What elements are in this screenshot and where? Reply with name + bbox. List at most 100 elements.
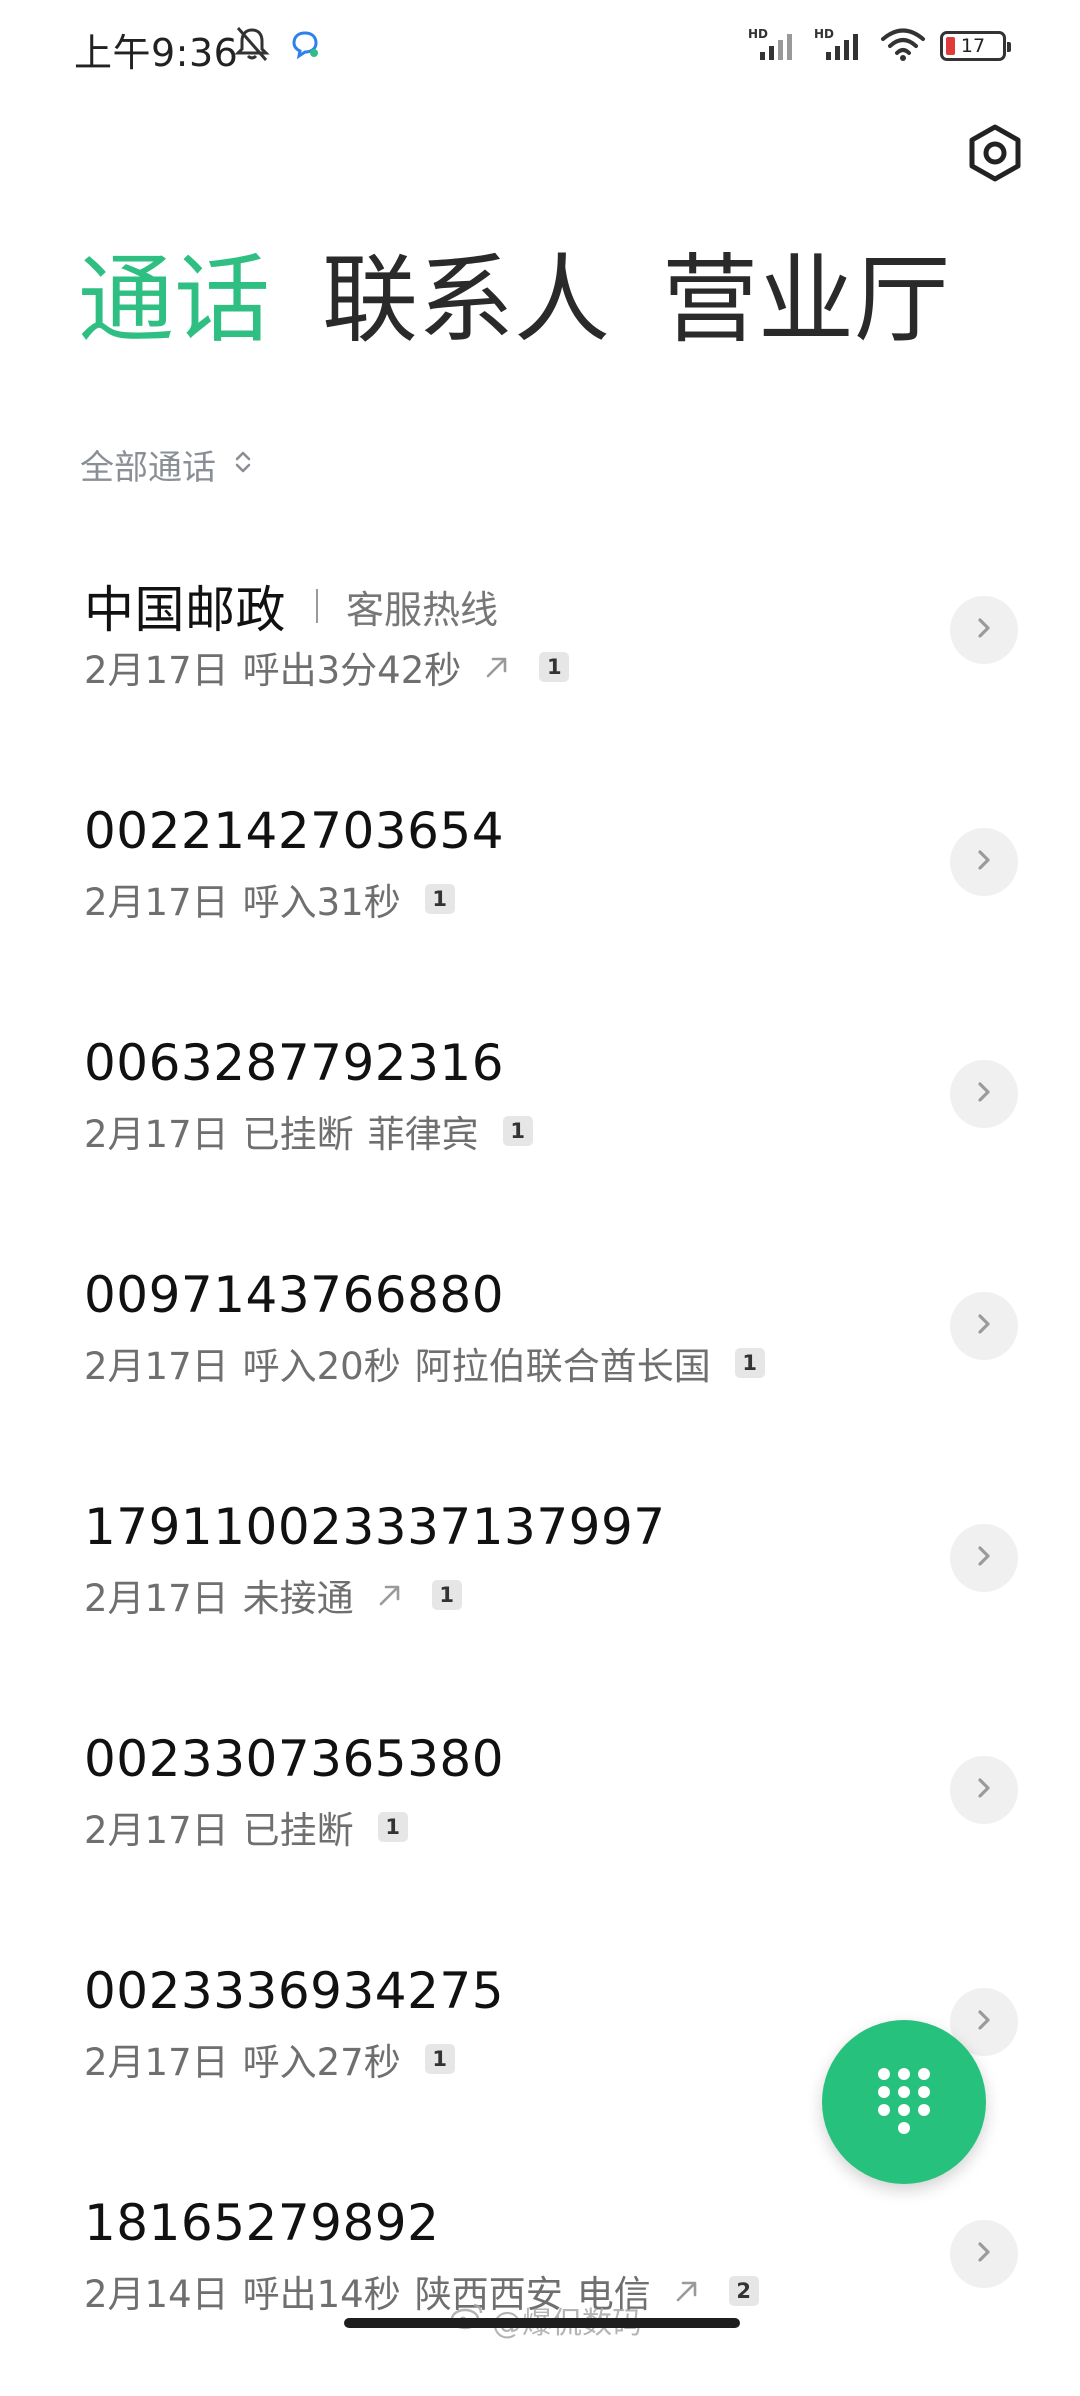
- wifi-icon: [880, 26, 926, 66]
- status-right-icons: HD HD 17: [748, 26, 1011, 66]
- tab-calls[interactable]: 通话: [78, 252, 270, 348]
- call-detail-text: 呼入31秒: [242, 881, 401, 924]
- call-detail-button[interactable]: [950, 1756, 1018, 1824]
- call-details: 2月17日 已挂断 菲律宾 1: [84, 1104, 533, 1158]
- caller-name: 中国邮政: [84, 581, 286, 639]
- settings-button[interactable]: [962, 122, 1028, 188]
- signal-badge-text: HD: [814, 27, 834, 41]
- call-details: 2月17日 呼入27秒 1: [84, 2032, 455, 2086]
- chevron-right-icon: [972, 1776, 996, 1804]
- call-detail-button[interactable]: [950, 596, 1018, 664]
- call-log-item[interactable]: 中国邮政 客服热线 2月17日 呼出3分42秒 1: [0, 540, 1080, 772]
- status-left-icons: [232, 24, 322, 68]
- call-count-badge: 1: [502, 1116, 533, 1146]
- mute-icon: [232, 24, 272, 68]
- call-detail-text: 已挂断: [242, 1809, 354, 1852]
- call-date: 2月17日: [84, 1577, 229, 1620]
- dialpad-button[interactable]: [822, 2020, 986, 2184]
- call-date: 2月14日: [84, 2273, 229, 2316]
- call-details: 2月17日 呼出3分42秒 1: [84, 640, 570, 694]
- call-name-row: 0063287792316: [84, 1034, 504, 1092]
- caller-name: 0023307365380: [84, 1730, 505, 1788]
- call-date: 2月17日: [84, 1113, 229, 1156]
- tab-service-hall[interactable]: 营业厅: [662, 252, 950, 348]
- call-filter-dropdown[interactable]: 全部通话: [80, 440, 252, 489]
- call-date: 2月17日: [84, 881, 229, 924]
- outgoing-arrow-icon: [376, 1581, 404, 1609]
- call-details: 2月17日 已挂断 1: [84, 1800, 408, 1854]
- tab-contacts[interactable]: 联系人: [322, 252, 610, 348]
- call-detail-text: 呼入27秒: [242, 2041, 401, 2084]
- call-detail-button[interactable]: [950, 2220, 1018, 2288]
- home-indicator[interactable]: [344, 2318, 740, 2328]
- call-count-badge: 2: [728, 2276, 759, 2306]
- call-detail-button[interactable]: [950, 1292, 1018, 1360]
- call-log-item[interactable]: 0097143766880 2月17日 呼入20秒 阿拉伯联合酋长国 1: [0, 1236, 1080, 1468]
- call-name-row: 0022142703654: [84, 802, 504, 860]
- sort-chevrons-icon: [234, 445, 252, 485]
- chevron-right-icon: [972, 2008, 996, 2036]
- call-log-item[interactable]: 0023307365380 2月17日 已挂断 1: [0, 1700, 1080, 1932]
- call-detail-text: 呼出3分42秒: [242, 649, 462, 692]
- outgoing-arrow-icon: [483, 653, 511, 681]
- caller-name: 179110023337137997: [84, 1498, 666, 1556]
- chevron-right-icon: [972, 616, 996, 644]
- dialpad-icon: [874, 2064, 934, 2140]
- call-detail-button[interactable]: [950, 828, 1018, 896]
- top-tabs: 通话 联系人 营业厅: [78, 252, 950, 348]
- caller-tag: 客服热线: [346, 587, 499, 632]
- call-details: 2月14日 呼出14秒 陕西西安 电信 2: [84, 2264, 759, 2318]
- call-name-row: 0097143766880: [84, 1266, 504, 1324]
- chevron-right-icon: [972, 1544, 996, 1572]
- call-count-badge: 1: [431, 1580, 462, 1610]
- name-divider: [316, 589, 318, 623]
- chevron-right-icon: [972, 1080, 996, 1108]
- call-log-item[interactable]: 0022142703654 2月17日 呼入31秒 1: [0, 772, 1080, 1004]
- call-name-row: 179110023337137997: [84, 1498, 666, 1556]
- call-date: 2月17日: [84, 2041, 229, 2084]
- call-detail-text: 呼入20秒: [242, 1345, 401, 1388]
- call-count-badge: 1: [734, 1348, 765, 1378]
- message-bubble-icon: [288, 27, 322, 65]
- chevron-right-icon: [972, 2240, 996, 2268]
- call-count-badge: 1: [424, 2044, 455, 2074]
- hexagon-settings-icon: [965, 123, 1025, 187]
- hd-signal-icon: HD: [814, 26, 866, 66]
- filter-label: 全部通话: [80, 448, 216, 488]
- call-details: 2月17日 未接通 1: [84, 1568, 462, 1622]
- status-time: 上午9:36: [74, 31, 239, 75]
- call-detail-text: 已挂断: [242, 1113, 354, 1156]
- caller-name: 18165279892: [84, 2194, 440, 2252]
- call-detail-button[interactable]: [950, 1524, 1018, 1592]
- call-count-badge: 1: [424, 884, 455, 914]
- call-detail-text: 阿拉伯联合酋长国: [414, 1345, 711, 1388]
- caller-name: 0063287792316: [84, 1034, 505, 1092]
- call-name-row: 中国邮政 客服热线: [84, 570, 498, 642]
- call-count-badge: 1: [377, 1812, 408, 1842]
- status-bar: 上午9:36 HD HD 17: [0, 0, 1080, 100]
- call-log-item[interactable]: 0063287792316 2月17日 已挂断 菲律宾 1: [0, 1004, 1080, 1236]
- call-name-row: 0023307365380: [84, 1730, 504, 1788]
- battery-icon: 17: [940, 31, 1011, 61]
- chevron-right-icon: [972, 1312, 996, 1340]
- hd-signal-icon: HD: [748, 26, 800, 66]
- caller-name: 0097143766880: [84, 1266, 505, 1324]
- call-details: 2月17日 呼入31秒 1: [84, 872, 455, 926]
- call-detail-text: 菲律宾: [367, 1113, 479, 1156]
- call-date: 2月17日: [84, 1809, 229, 1852]
- chevron-right-icon: [972, 848, 996, 876]
- signal-badge-text: HD: [748, 27, 768, 41]
- caller-name: 0023336934275: [84, 1962, 505, 2020]
- battery-level: 17: [960, 35, 986, 57]
- call-name-row: 0023336934275: [84, 1962, 504, 2020]
- call-detail-text: 未接通: [242, 1577, 354, 1620]
- call-log-item[interactable]: 18165279892 2月14日 呼出14秒 陕西西安 电信 2: [0, 2164, 1080, 2396]
- call-count-badge: 1: [539, 652, 570, 682]
- call-detail-button[interactable]: [950, 1060, 1018, 1128]
- call-name-row: 18165279892: [84, 2194, 439, 2252]
- call-date: 2月17日: [84, 649, 229, 692]
- call-log-item[interactable]: 179110023337137997 2月17日 未接通 1: [0, 1468, 1080, 1700]
- outgoing-arrow-icon: [673, 2277, 701, 2305]
- caller-name: 0022142703654: [84, 802, 505, 860]
- call-details: 2月17日 呼入20秒 阿拉伯联合酋长国 1: [84, 1336, 765, 1390]
